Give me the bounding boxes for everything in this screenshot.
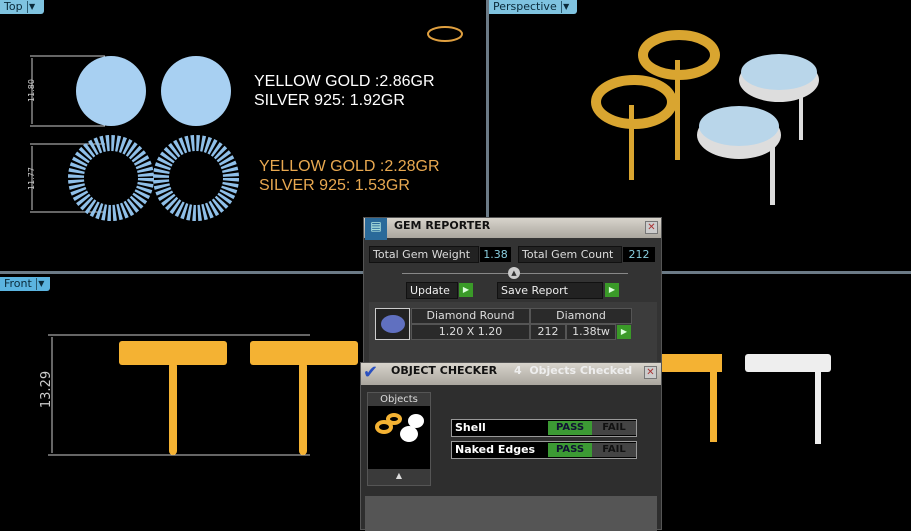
object-checker-titlebar[interactable]: ✔ OBJECT CHECKER 4 Objects Checked ✕ <box>361 363 661 385</box>
gem-thumbnail <box>375 308 410 340</box>
gem-reporter-panel: ▤ GEM REPORTER ✕ Total Gem Weight 1.38 T… <box>363 217 662 365</box>
gem-reporter-title: GEM REPORTER <box>394 219 491 232</box>
fail-indicator: FAIL <box>592 421 636 435</box>
dimension-bottom: 11.77 <box>26 167 36 190</box>
update-button[interactable]: Update <box>406 282 458 299</box>
viewport-label: Front <box>4 277 32 290</box>
chevron-down-icon[interactable]: ▼ <box>35 278 46 290</box>
gem-reporter-icon: ▤ <box>365 218 387 240</box>
viewport-tab-perspective[interactable]: Perspective ▼ <box>489 0 577 14</box>
gem-weight: 1.38tw <box>566 324 616 340</box>
gem-reporter-titlebar[interactable]: ▤ GEM REPORTER ✕ <box>364 218 661 240</box>
viewport-tab-front[interactable]: Front ▼ <box>0 277 50 291</box>
total-gem-count-label: Total Gem Count <box>518 246 622 263</box>
gem-material: Diamond <box>530 308 632 324</box>
object-checker-panel: ✔ OBJECT CHECKER 4 Objects Checked ✕ Obj… <box>360 362 662 531</box>
dimension-top: 11.80 <box>26 79 36 102</box>
objects-thumbnail-box[interactable]: Objects ▲ <box>367 392 431 486</box>
chevron-down-icon[interactable]: ▼ <box>26 1 37 13</box>
total-gem-count-value: 212 <box>623 247 655 262</box>
weight-label: YELLOW GOLD :2.28GR <box>259 158 440 175</box>
gem-size: 1.20 X 1.20 <box>411 324 530 340</box>
expand-up-icon[interactable]: ▲ <box>368 469 430 483</box>
chevron-down-icon[interactable]: ▼ <box>560 1 571 13</box>
close-icon[interactable]: ✕ <box>645 221 658 234</box>
collapse-icon[interactable]: ▲ <box>508 267 520 279</box>
check-row-shell: Shell PASS FAIL <box>451 419 637 437</box>
viewport-tab-top[interactable]: Top ▼ <box>0 0 44 14</box>
update-go-icon[interactable]: ▶ <box>459 283 473 297</box>
total-gem-weight-value: 1.38 <box>480 247 511 262</box>
objects-checked-status: 4 Objects Checked <box>514 364 633 377</box>
pass-indicator: PASS <box>548 421 592 435</box>
object-checker-title: OBJECT CHECKER <box>391 364 498 377</box>
save-report-go-icon[interactable]: ▶ <box>605 283 619 297</box>
objects-preview <box>368 406 430 469</box>
weight-label: SILVER 925: 1.92GR <box>254 92 405 109</box>
close-icon[interactable]: ✕ <box>644 366 657 379</box>
weight-label: SILVER 925: 1.53GR <box>259 177 410 194</box>
pass-indicator: PASS <box>548 443 592 457</box>
gem-list: Diamond Round 1.20 X 1.20 Diamond 212 1.… <box>369 302 657 362</box>
viewport-label: Top <box>4 0 23 13</box>
gem-count: 212 <box>530 324 566 340</box>
check-name: Naked Edges <box>455 443 536 456</box>
results-area <box>365 496 657 531</box>
checkmark-icon: ✔ <box>363 362 379 383</box>
gem-go-icon[interactable]: ▶ <box>617 325 631 339</box>
dimension-front: 13.29 <box>39 370 55 409</box>
save-report-button[interactable]: Save Report <box>497 282 603 299</box>
gem-shape: Diamond Round <box>411 308 530 324</box>
objects-label: Objects <box>380 394 418 405</box>
viewport-label: Perspective <box>493 0 557 13</box>
total-gem-weight-label: Total Gem Weight <box>369 246 479 263</box>
weight-label: YELLOW GOLD :2.86GR <box>254 73 435 90</box>
check-row-naked-edges: Naked Edges PASS FAIL <box>451 441 637 459</box>
fail-indicator: FAIL <box>592 443 636 457</box>
check-name: Shell <box>455 421 486 434</box>
